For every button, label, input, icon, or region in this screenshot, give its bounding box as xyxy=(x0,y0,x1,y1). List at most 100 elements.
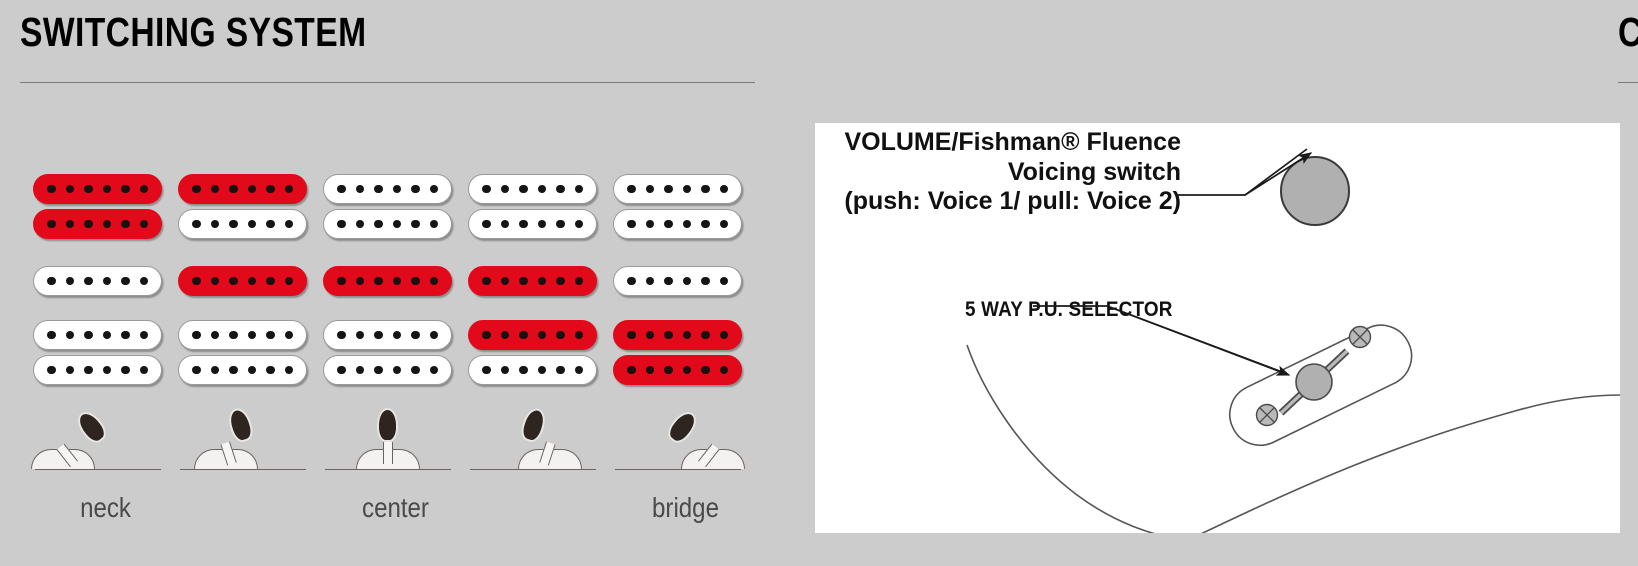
lever-tip xyxy=(376,408,398,442)
pole-piece xyxy=(247,276,256,286)
pickup-bridge-group xyxy=(178,320,323,390)
pickup-neck-group xyxy=(468,174,613,244)
pole-piece xyxy=(411,365,420,375)
pickup-middle-group xyxy=(33,266,178,301)
pole-piece xyxy=(266,184,275,194)
pole-piece xyxy=(65,330,74,340)
pole-piece xyxy=(392,184,401,194)
pole-piece xyxy=(645,330,654,340)
volume-knob[interactable] xyxy=(1280,156,1350,226)
pole-piece xyxy=(192,219,201,229)
controls-title: CONTROLS xyxy=(1618,12,1638,53)
pickup-coil-neck-1 xyxy=(323,174,452,204)
pole-piece xyxy=(701,184,710,194)
pole-piece xyxy=(664,365,673,375)
pole-piece xyxy=(627,184,636,194)
pickup-coil-bridge-2 xyxy=(323,355,452,385)
switch-lever-position-1[interactable] xyxy=(31,406,178,478)
switch-lever-position-3[interactable] xyxy=(323,408,468,478)
guitar-body-diagram xyxy=(966,148,1620,533)
lever-tip xyxy=(73,406,111,447)
pole-piece xyxy=(519,219,528,229)
pole-piece xyxy=(500,219,509,229)
pole-piece xyxy=(392,330,401,340)
pole-piece xyxy=(500,330,509,340)
pole-piece xyxy=(102,219,111,229)
pole-piece xyxy=(337,365,346,375)
pickup-coil-bridge-1 xyxy=(468,320,597,350)
switch-lever-position-4[interactable] xyxy=(468,405,613,478)
selector-arrow xyxy=(1106,305,1291,376)
pickup-neck-group xyxy=(613,174,758,244)
pole-piece xyxy=(229,219,238,229)
pole-piece xyxy=(139,365,148,375)
pole-piece xyxy=(355,330,364,340)
pole-piece xyxy=(664,184,673,194)
pickup-coil-middle-1 xyxy=(613,266,742,296)
pickup-coil-middle-1 xyxy=(323,266,452,296)
pole-piece xyxy=(574,365,583,375)
switch-lever-position-2[interactable] xyxy=(178,405,323,478)
pole-piece xyxy=(664,276,673,286)
pole-piece xyxy=(121,365,130,375)
pole-piece xyxy=(374,276,383,286)
pole-piece xyxy=(392,219,401,229)
pole-piece xyxy=(229,330,238,340)
pole-piece xyxy=(627,219,636,229)
pole-piece xyxy=(210,365,219,375)
pickup-coil-neck-1 xyxy=(468,174,597,204)
pole-piece xyxy=(337,276,346,286)
pole-piece xyxy=(574,276,583,286)
pole-piece xyxy=(574,184,583,194)
pole-piece xyxy=(84,365,93,375)
pole-piece xyxy=(429,330,438,340)
pole-piece xyxy=(47,184,56,194)
pole-piece xyxy=(355,365,364,375)
pole-piece xyxy=(337,330,346,340)
pickup-coil-neck-2 xyxy=(33,209,162,239)
switching-system-title: SWITCHING SYSTEM xyxy=(20,9,367,55)
pole-piece xyxy=(392,365,401,375)
pole-piece xyxy=(556,219,565,229)
pickup-coil-bridge-2 xyxy=(178,355,307,385)
lever-tip xyxy=(663,406,701,447)
pickup-bridge-group xyxy=(33,320,178,390)
lever-tip xyxy=(224,405,256,445)
pickup-coil-bridge-1 xyxy=(178,320,307,350)
switching-system-panel: SWITCHING SYSTEM neck center bridge xyxy=(0,0,800,566)
pole-piece xyxy=(374,330,383,340)
pole-piece xyxy=(210,184,219,194)
pole-piece xyxy=(664,330,673,340)
pickup-coil-bridge-1 xyxy=(323,320,452,350)
pole-piece xyxy=(266,276,275,286)
controls-panel: CONTROLS VOLUME/Fishman® Fluence Voicing… xyxy=(800,0,1638,566)
pickup-coil-bridge-1 xyxy=(613,320,742,350)
pole-piece xyxy=(392,276,401,286)
pole-piece xyxy=(192,276,201,286)
pole-piece xyxy=(645,184,654,194)
pole-piece xyxy=(411,219,420,229)
pole-piece xyxy=(102,276,111,286)
pickup-coil-neck-2 xyxy=(468,209,597,239)
pole-piece xyxy=(482,276,491,286)
selector-leader-line xyxy=(1033,305,1286,374)
pole-piece xyxy=(411,276,420,286)
pole-piece xyxy=(719,365,728,375)
pole-piece xyxy=(719,330,728,340)
position-label-bridge: bridge xyxy=(652,492,719,523)
pickup-coil-middle-1 xyxy=(178,266,307,296)
pole-piece xyxy=(429,184,438,194)
pole-piece xyxy=(139,330,148,340)
switch-lever-position-5[interactable] xyxy=(613,406,758,478)
pickup-bridge-group xyxy=(323,320,468,390)
pole-piece xyxy=(355,219,364,229)
pole-piece xyxy=(682,365,691,375)
switch-position-labels: neck center bridge xyxy=(0,492,800,532)
pole-piece xyxy=(537,219,546,229)
pole-piece xyxy=(47,330,56,340)
pole-piece xyxy=(284,330,293,340)
pickup-neck-group xyxy=(323,174,468,244)
pickup-coil-neck-2 xyxy=(178,209,307,239)
switching-title-divider xyxy=(20,82,755,83)
pole-piece xyxy=(719,184,728,194)
